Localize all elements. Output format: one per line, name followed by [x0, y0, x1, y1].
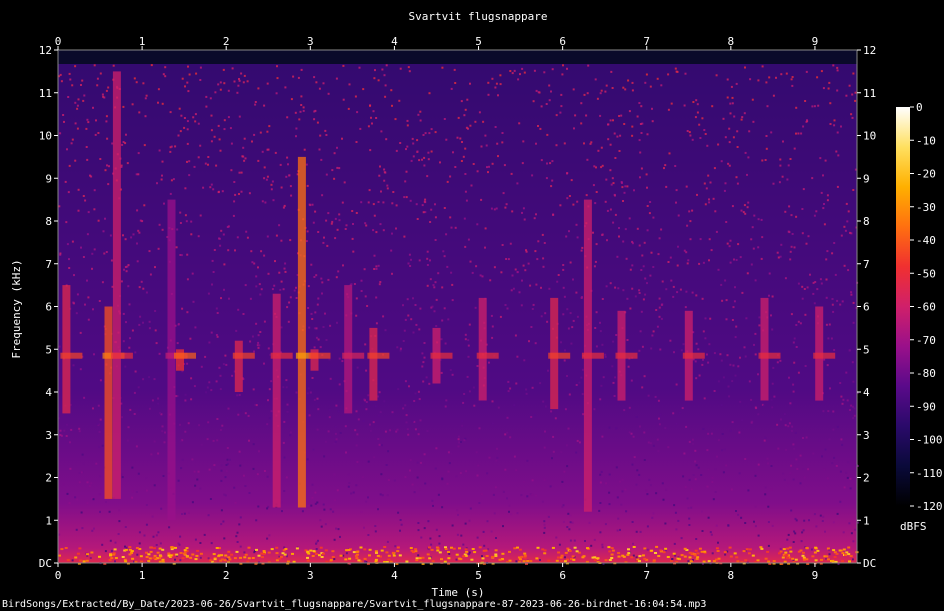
x-tick-label-top: 9	[812, 35, 819, 48]
bird-call-harmonic	[110, 352, 133, 359]
colorbar-gradient	[896, 107, 910, 506]
x-tick-label: 5	[475, 569, 482, 582]
x-tick-label: 3	[307, 569, 314, 582]
bird-call-harmonic	[581, 352, 604, 359]
colorbar-tick-label: -90	[916, 400, 936, 413]
x-tick-label-top: 1	[139, 35, 146, 48]
x-tick-label-top: 2	[223, 35, 230, 48]
bird-call-mark	[344, 285, 353, 414]
y-tick-label: 12	[39, 44, 52, 57]
colorbar-tick-label: -30	[916, 201, 936, 214]
bird-call-harmonic	[758, 352, 781, 359]
chart-title: Svartvit flugsnappare	[408, 10, 547, 23]
bird-call-harmonic	[270, 352, 293, 359]
y-tick-label-right: 10	[863, 130, 876, 143]
x-tick-label: 0	[55, 569, 62, 582]
colorbar-tick-label: -120	[916, 500, 943, 513]
y-tick-label: DC	[39, 557, 52, 570]
y-tick-label: 11	[39, 87, 52, 100]
x-tick-label-top: 3	[307, 35, 314, 48]
y-tick-label-right: DC	[863, 557, 876, 570]
x-tick-label: 7	[643, 569, 650, 582]
bird-call-harmonic	[430, 352, 453, 359]
bird-call-harmonic	[367, 352, 390, 359]
x-tick-label: 8	[728, 569, 735, 582]
bird-call-harmonic	[232, 352, 255, 359]
colorbar-tick-label: -80	[916, 367, 936, 380]
bird-call-harmonic	[308, 352, 331, 359]
y-tick-label-right: 3	[863, 429, 870, 442]
spectrogram-background	[58, 64, 857, 563]
y-axis-label: Frequency (kHz)	[10, 259, 23, 358]
bird-call-harmonic	[813, 352, 836, 359]
bird-call-mark	[297, 156, 306, 508]
x-tick-label: 4	[391, 569, 398, 582]
y-tick-label: 1	[45, 514, 52, 527]
colorbar-tick-label: -10	[916, 134, 936, 147]
y-tick-label-right: 7	[863, 258, 870, 271]
x-tick-label: 9	[812, 569, 819, 582]
x-tick-label-top: 6	[559, 35, 566, 48]
bird-call-harmonic	[682, 352, 705, 359]
colorbar-tick-label: -50	[916, 267, 936, 280]
x-tick-label: 2	[223, 569, 230, 582]
y-tick-label: 10	[39, 130, 52, 143]
colorbar-tick-label: -60	[916, 301, 936, 314]
y-tick-label-right: 12	[863, 44, 876, 57]
spectrogram-plot	[57, 49, 859, 565]
x-tick-label-top: 7	[643, 35, 650, 48]
colorbar-tick-label: -40	[916, 234, 936, 247]
colorbar-tick-label: -110	[916, 467, 943, 480]
x-tick-label: 1	[139, 569, 146, 582]
y-tick-label: 2	[45, 472, 52, 485]
bird-call-mark	[272, 293, 281, 508]
bird-call-mark	[167, 199, 176, 521]
y-tick-label-right: 9	[863, 172, 870, 185]
x-axis-label: Time (s)	[432, 586, 485, 599]
bird-call-harmonic	[174, 352, 196, 359]
y-tick-label-right: 1	[863, 514, 870, 527]
footer-file-path: BirdSongs/Extracted/By_Date/2023-06-26/S…	[2, 599, 706, 610]
bird-call-mark	[104, 306, 113, 499]
y-tick-label-right: 6	[863, 301, 870, 314]
x-tick-label-top: 8	[728, 35, 735, 48]
y-tick-label: 5	[45, 343, 52, 356]
x-tick-label-top: 4	[391, 35, 398, 48]
bird-call-harmonic	[342, 352, 365, 359]
colorbar-unit-label: dBFS	[900, 520, 927, 533]
bird-call-mark	[62, 285, 71, 414]
y-tick-label: 4	[45, 386, 52, 399]
bird-call-mark	[176, 349, 184, 371]
bird-call-mark	[760, 297, 769, 401]
bird-call-mark	[310, 349, 319, 371]
y-tick-label: 8	[45, 215, 52, 228]
bird-call-harmonic	[548, 352, 571, 359]
y-tick-label: 6	[45, 301, 52, 314]
bird-call-harmonic	[60, 352, 83, 359]
colorbar: 0 -10 -20 -30 -40 -50 -60 -70 -80 -90 -100 -110 -120	[896, 101, 943, 513]
spectrogram-figure: Svartvit flugsnappare 001122334455667788…	[2, 10, 943, 610]
x-tick-label-top: 0	[55, 35, 62, 48]
colorbar-tick-label: -100	[916, 434, 943, 447]
bird-call-harmonic	[615, 352, 638, 359]
colorbar-tick-label: 0	[916, 101, 923, 114]
bird-call-mark	[478, 297, 487, 401]
colorbar-tick-label: -70	[916, 334, 936, 347]
x-tick-label: 6	[559, 569, 566, 582]
x-tick-label-top: 5	[475, 35, 482, 48]
y-tick-label-right: 5	[863, 343, 870, 356]
y-tick-label-right: 4	[863, 386, 870, 399]
y-tick-label: 9	[45, 172, 52, 185]
y-tick-label: 3	[45, 429, 52, 442]
bird-call-harmonic	[476, 352, 499, 359]
y-tick-label-right: 11	[863, 87, 876, 100]
colorbar-tick-label: -20	[916, 168, 936, 181]
y-tick-label: 7	[45, 258, 52, 271]
bird-call-mark	[112, 71, 121, 499]
spectrogram-top-band	[58, 50, 857, 64]
y-tick-label-right: 8	[863, 215, 870, 228]
bird-call-mark	[369, 327, 378, 401]
y-tick-label-right: 2	[863, 472, 870, 485]
bird-call-mark	[234, 340, 243, 392]
